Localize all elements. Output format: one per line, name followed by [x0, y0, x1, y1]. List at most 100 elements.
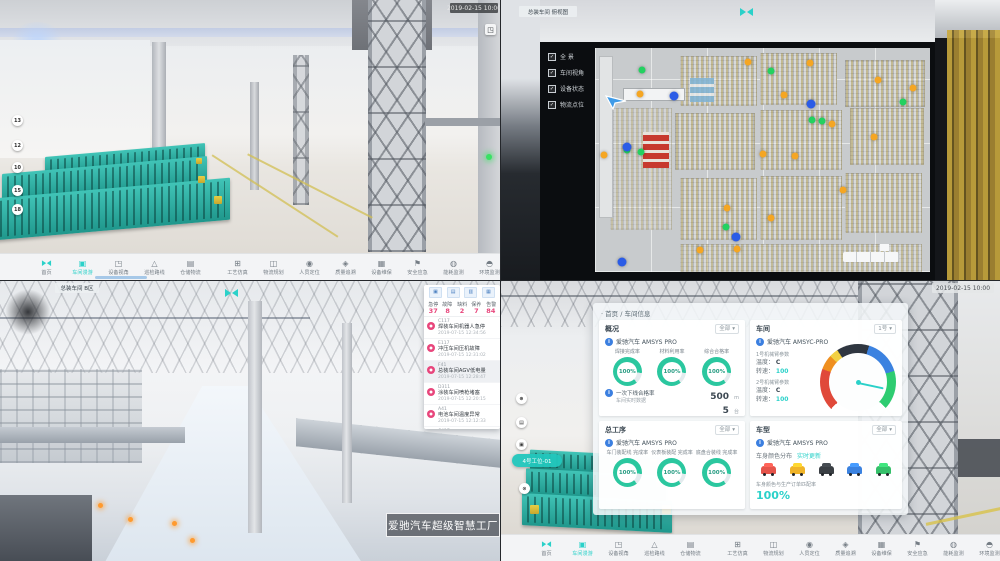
equipment-marker-badge[interactable]: 15 — [12, 185, 23, 196]
breadcrumb[interactable]: · 首页 / 车间信息 — [601, 308, 650, 318]
equipment-marker-badge[interactable]: ⊙ — [519, 483, 530, 494]
map-marker-orange[interactable] — [696, 247, 703, 254]
equipment-marker-badge[interactable]: ▤ — [516, 417, 527, 428]
toolbar-item-right-5[interactable]: ⚑安全应急 — [903, 540, 932, 557]
alarm-panel-toolbar: ▣ ▤ ▥ ▦ — [424, 285, 500, 299]
map-marker-green[interactable] — [819, 118, 826, 125]
toolbar-item-right-0[interactable]: ⊞工艺仿真 — [723, 540, 752, 557]
map-marker-blue[interactable] — [732, 233, 741, 242]
selected-machine-tag[interactable]: 4号工位-01 — [512, 454, 562, 467]
map-marker-green[interactable] — [722, 223, 729, 230]
equipment-marker-badge[interactable]: 18 — [12, 204, 23, 215]
alarm-list-item[interactable]: C417焊装车间焊枪保养到期2019-07-15 11:58:21 — [424, 427, 500, 429]
legend-item-1[interactable]: ✓车间视角 — [548, 68, 584, 77]
map-marker-orange[interactable] — [875, 77, 882, 84]
toolbar-item-left-4[interactable]: ▤仓储物流 — [676, 540, 705, 557]
toolbar-item-left-0[interactable]: 首页 — [32, 259, 61, 276]
toolbar-item-right-1[interactable]: ◫物流规划 — [259, 259, 288, 276]
legend-item-0[interactable]: ✓全 景 — [548, 52, 584, 61]
alarm-tab-2[interactable]: 缺料2 — [455, 300, 469, 315]
map-marker-blue[interactable] — [807, 100, 816, 109]
toolbar-item-left-3[interactable]: △巡检路线 — [140, 259, 169, 276]
map-marker-orange[interactable] — [780, 92, 787, 99]
alarm-list-item[interactable]: A41电池车间温度异常2019-07-15 12:12:33 — [424, 405, 500, 427]
map-marker-orange[interactable] — [839, 187, 846, 194]
map-marker-orange[interactable] — [759, 150, 766, 157]
map-marker-green[interactable] — [637, 148, 644, 155]
alarm-tab-3[interactable]: 保养7 — [469, 300, 483, 315]
toolbar-item-right-5[interactable]: ⚑安全应急 — [403, 259, 432, 276]
toolbar-item-right-3[interactable]: ◈质量追溯 — [331, 259, 360, 276]
toolbar-item-left-1[interactable]: ▣车间漫游 — [68, 259, 97, 276]
map-marker-blue[interactable] — [618, 257, 627, 266]
alarm-tab-1[interactable]: 故障8 — [440, 300, 454, 315]
toolbar-item-left-2[interactable]: ◳设备视角 — [604, 540, 633, 557]
checkbox-icon[interactable]: ✓ — [548, 53, 556, 61]
toolbar-scrollbar[interactable] — [95, 276, 147, 279]
map-marker-orange[interactable] — [871, 133, 878, 140]
map-marker-green[interactable] — [638, 66, 645, 73]
map-marker-orange[interactable] — [636, 90, 643, 97]
panel-tool-icon-3[interactable]: ▦ — [482, 287, 495, 298]
map-marker-orange[interactable] — [734, 245, 741, 252]
map-marker-orange[interactable] — [723, 204, 730, 211]
map-marker-blue[interactable] — [623, 143, 632, 152]
filter-dropdown[interactable]: 全部 ▾ — [715, 425, 739, 435]
map-marker-orange[interactable] — [909, 85, 916, 92]
map-marker-green[interactable] — [899, 98, 906, 105]
equipment-marker-badge[interactable]: ▣ — [516, 439, 527, 450]
equipment-marker-badge[interactable]: 10 — [12, 162, 23, 173]
toolbar-item-right-4[interactable]: ▦设备维保 — [367, 259, 396, 276]
toolbar-item-right-3[interactable]: ◈质量追溯 — [831, 540, 860, 557]
map-zoom-control[interactable] — [843, 252, 899, 262]
alarm-list-item[interactable]: F41总装车间AGV低电量2019-07-15 12:28:47 — [424, 361, 500, 383]
toolbar-item-right-2[interactable]: ◉人员定位 — [295, 259, 324, 276]
factory-floor-map[interactable] — [595, 48, 930, 272]
checkbox-icon[interactable]: ✓ — [548, 69, 556, 77]
map-marker-green[interactable] — [809, 116, 816, 123]
map-marker-orange[interactable] — [828, 120, 835, 127]
legend-item-3[interactable]: ✓物流点位 — [548, 100, 584, 109]
filter-dropdown[interactable]: 1号 ▾ — [874, 324, 896, 334]
map-marker-orange[interactable] — [807, 60, 814, 67]
map-marker-orange[interactable] — [745, 59, 752, 66]
map-marker-orange[interactable] — [791, 152, 798, 159]
map-marker-orange[interactable] — [601, 152, 608, 159]
toolbar-item-left-4[interactable]: ▤仓储物流 — [176, 259, 205, 276]
equipment-marker-badge[interactable]: ⊕ — [516, 393, 527, 404]
panel-tool-icon-2[interactable]: ▥ — [464, 287, 477, 298]
toolbar-item-right-7[interactable]: ◓环境监测 — [475, 259, 500, 276]
toolbar-item-right-6[interactable]: ◍能耗监测 — [939, 540, 968, 557]
checkbox-icon[interactable]: ✓ — [548, 85, 556, 93]
toolbar-item-label: 安全应急 — [405, 269, 430, 275]
map-zoom-button[interactable] — [880, 244, 889, 251]
alarm-list-item[interactable]: E117冲压车间压机故障2019-07-15 12:31:02 — [424, 339, 500, 361]
panel-tool-icon-1[interactable]: ▤ — [447, 287, 460, 298]
map-marker-orange[interactable] — [767, 215, 774, 222]
toolbar-item-right-1[interactable]: ◫物流规划 — [759, 540, 788, 557]
filter-dropdown[interactable]: 全部 ▾ — [715, 324, 739, 334]
toolbar-item-left-2[interactable]: ◳设备视角 — [104, 259, 133, 276]
checkbox-icon[interactable]: ✓ — [548, 101, 556, 109]
toolbar-item-left-0[interactable]: 首页 — [532, 540, 561, 557]
equipment-marker-badge[interactable]: 12 — [12, 140, 23, 151]
toolbar-item-right-7[interactable]: ◓环境监测 — [975, 540, 1000, 557]
toolbar-item-left-1[interactable]: ▣车间漫游 — [568, 540, 597, 557]
alarm-tab-4[interactable]: 告警84 — [484, 300, 498, 315]
alarm-tab-0[interactable]: 急停37 — [426, 300, 440, 315]
filter-dropdown[interactable]: 全部 ▾ — [872, 425, 896, 435]
map-marker-green[interactable] — [767, 68, 774, 75]
toolbar-item-right-6[interactable]: ◍能耗监测 — [439, 259, 468, 276]
fullscreen-button[interactable]: ◳ — [485, 24, 496, 35]
toolbar-item-right-0[interactable]: ⊞工艺仿真 — [223, 259, 252, 276]
toolbar-item-left-3[interactable]: △巡检路线 — [640, 540, 669, 557]
toolbar-item-right-4[interactable]: ▦设备维保 — [867, 540, 896, 557]
alarm-list-item[interactable]: C117焊装车间机器人急停2019-07-15 12:34:56 — [424, 317, 500, 339]
toolbar-item-label: 人员定位 — [297, 269, 322, 275]
alarm-list-item[interactable]: D311涂装车间喷枪堵塞2019-07-15 12:20:15 — [424, 383, 500, 405]
equipment-marker-badge[interactable]: 13 — [12, 115, 23, 126]
toolbar-item-right-2[interactable]: ◉人员定位 — [795, 540, 824, 557]
panel-tool-icon-0[interactable]: ▣ — [429, 287, 442, 298]
map-marker-blue[interactable] — [670, 91, 679, 100]
legend-item-2[interactable]: ✓设备状态 — [548, 84, 584, 93]
